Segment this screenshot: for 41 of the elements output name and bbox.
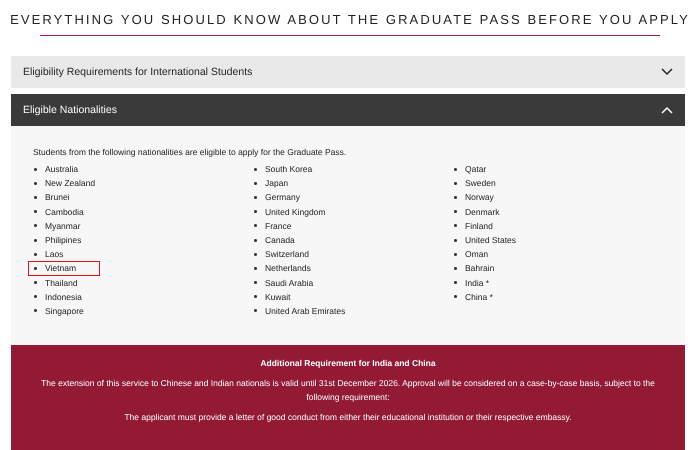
nationality-item: Oman [448,247,498,262]
accordion-header[interactable]: Eligible Nationalities [11,94,685,126]
nationality-item: South Korea [248,162,322,176]
nationality-item: Laos [28,247,72,262]
nationality-item: Cambodia [28,204,93,219]
intro-text: Students from the following nationalities are eligible to apply for the Graduate Pass. [33,147,348,157]
nationality-item: Germany [248,190,309,205]
page-heading: EVERYTHING YOU SHOULD KNOW ABOUT THE GRADUATE PASS BEFORE YOU APPLY [9,11,691,27]
nationality-item: Vietnam [28,261,100,276]
nationality-item: Bahrain [448,261,504,276]
nationality-item: United Kingdom [248,204,334,219]
nationality-item: Denmark [448,204,508,219]
chevron-down-icon [661,68,673,76]
nationality-item: Singapore [28,304,93,318]
nationality-item: United Arab Emirates [248,304,354,318]
nationality-item: Indonesia [28,290,91,304]
nationality-item: Philipines [28,232,90,248]
nationality-item: Australia [28,162,88,176]
nationality-item: Myanmar [28,218,90,233]
nationality-item: New Zealand [28,176,104,190]
nationality-item: Thailand [28,276,87,290]
chevron-up-icon [661,106,673,114]
nationality-item: Kuwait [248,290,300,304]
nationality-item: Canada [248,232,304,248]
nationality-item: India * [448,276,498,290]
notice-text: The extension of this service to Chinese and Indian nationals is valid until 31st December 2026. Approval will be considered on a case-by-case basis, subject to the following requirement: [41,377,655,404]
accordion-header[interactable]: Eligibility Requirements for International Students [11,56,685,88]
nationality-item: Qatar [448,162,496,176]
nationality-item: Saudi Arabia [248,276,322,290]
notice-text: The applicant must provide a letter of good conduct from either their educational institution or their respective embassy. [123,411,573,424]
notice-title: Additional Requirement for India and China [259,358,437,368]
nationality-item: Netherlands [248,261,320,276]
nationality-item: United States [448,232,526,248]
nationality-item: Finland [448,218,502,233]
nationality-item: Norway [448,190,503,205]
nationality-item: Brunei [28,190,79,205]
nationality-item: China * [448,290,502,304]
nationality-item: Japan [248,176,298,190]
nationality-item: France [248,218,300,233]
nationality-item: Switzerland [248,247,318,262]
nationality-item: Sweden [448,176,505,190]
